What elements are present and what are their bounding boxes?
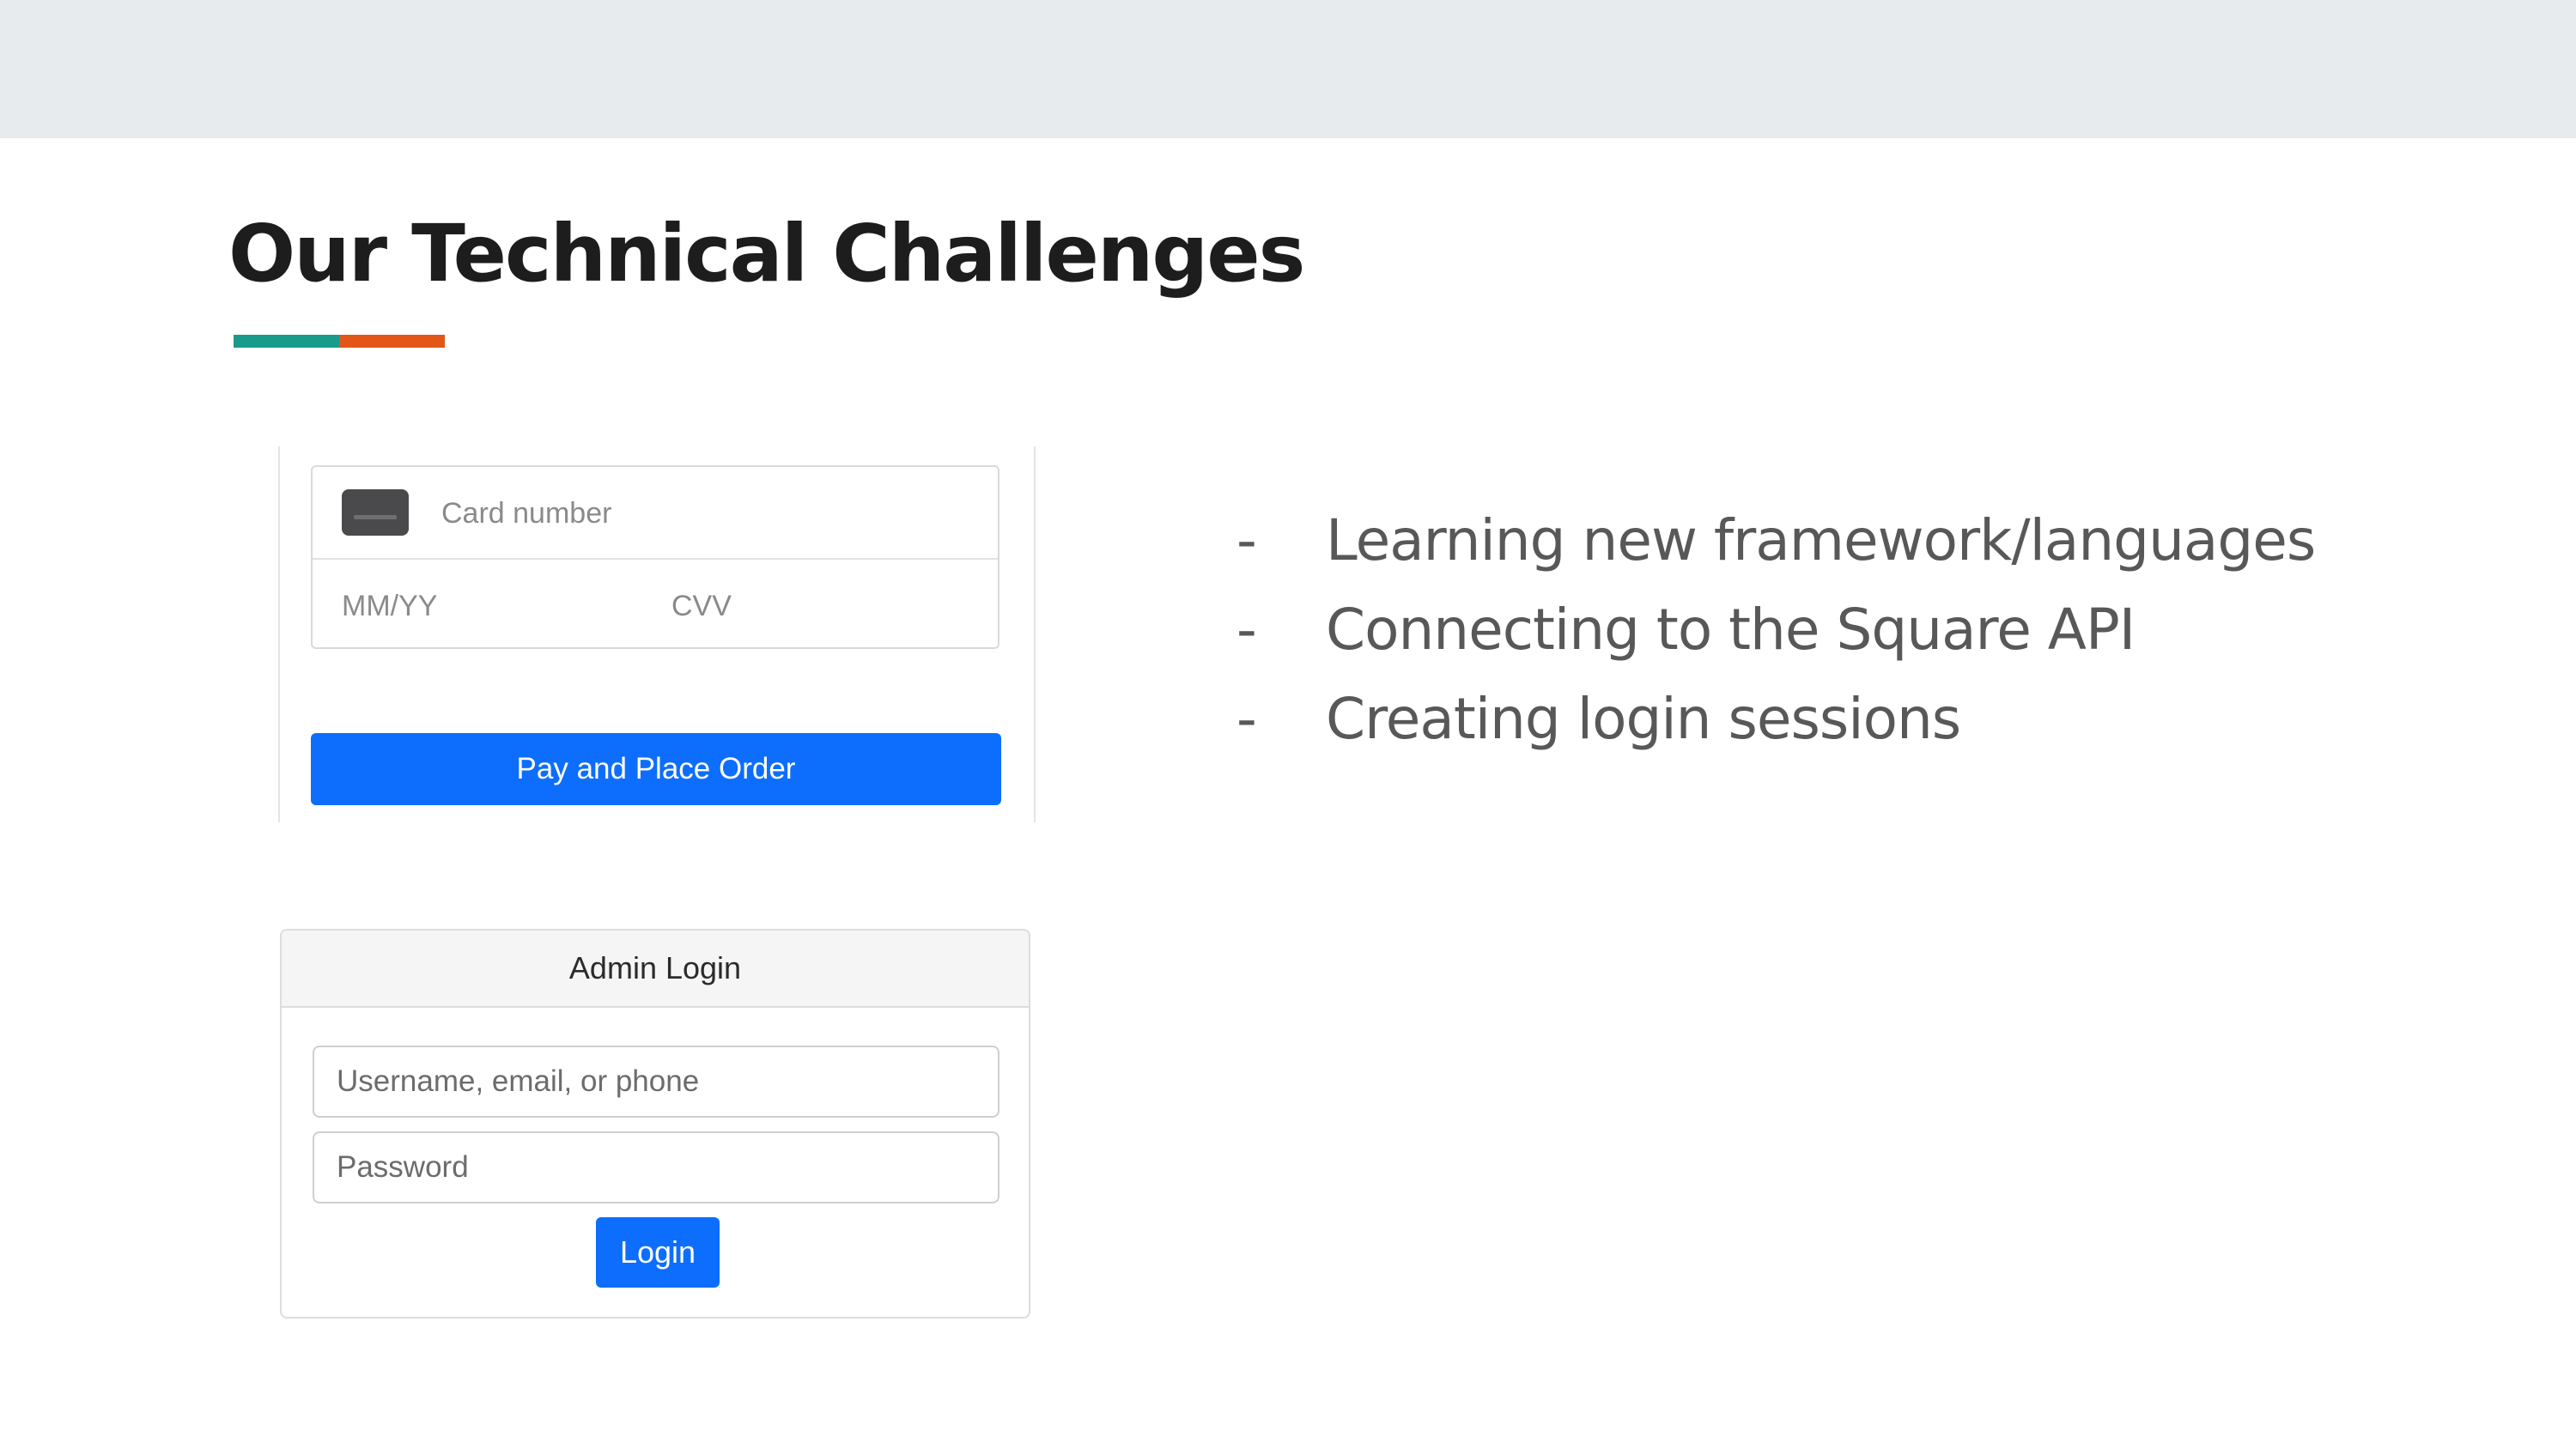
- bullet-marker: -: [1236, 597, 1257, 663]
- payment-form-panel: Card number MM/YY CVV Pay and Place Orde…: [278, 446, 1036, 822]
- bullet-marker: -: [1236, 507, 1257, 573]
- username-input[interactable]: [313, 1046, 999, 1118]
- admin-login-card: Admin Login Login: [280, 929, 1030, 1319]
- admin-login-header: Admin Login: [282, 931, 1029, 1008]
- title-accent-bar: [234, 335, 445, 348]
- card-number-field[interactable]: Card number: [441, 493, 611, 534]
- card-number-row[interactable]: Card number: [313, 467, 998, 560]
- login-button[interactable]: Login: [596, 1217, 720, 1288]
- bullet-marker: -: [1236, 686, 1257, 752]
- slide: Our Technical Challenges Card number MM/…: [0, 0, 2576, 1449]
- cvv-field[interactable]: CVV: [671, 585, 732, 627]
- pay-and-place-order-button[interactable]: Pay and Place Order: [311, 733, 1001, 805]
- credit-card-icon: [342, 489, 409, 536]
- accent-segment-teal: [234, 335, 339, 348]
- bullet-text: Learning new framework/languages: [1326, 507, 2316, 573]
- slide-title: Our Technical Challenges: [228, 208, 1305, 300]
- password-input[interactable]: [313, 1131, 999, 1203]
- expiry-field[interactable]: MM/YY: [342, 585, 437, 627]
- card-details-box: Card number MM/YY CVV: [311, 465, 999, 649]
- bullet-text: Connecting to the Square API: [1326, 597, 2136, 663]
- accent-segment-orange: [339, 335, 445, 348]
- top-band: [0, 0, 2576, 138]
- bullet-text: Creating login sessions: [1326, 686, 1961, 752]
